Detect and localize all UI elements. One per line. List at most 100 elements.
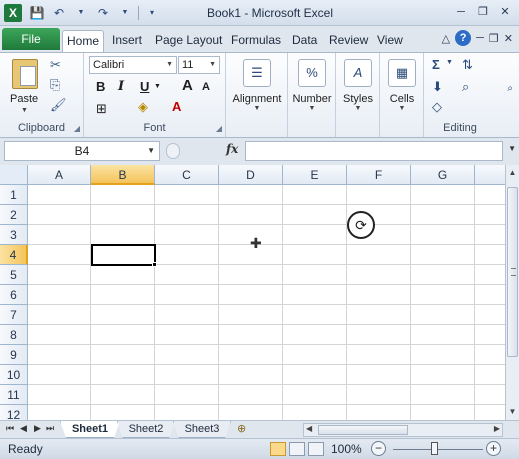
font-color-button[interactable]: A xyxy=(172,99,181,114)
insert-function-button[interactable]: fx xyxy=(226,142,238,156)
cut-icon[interactable]: ✂ xyxy=(50,57,61,73)
page-layout-view-button[interactable] xyxy=(289,442,305,456)
name-box[interactable]: B4 ▼ xyxy=(4,141,160,161)
zoom-out-button[interactable]: − xyxy=(371,441,386,456)
paste-icon[interactable] xyxy=(12,59,38,89)
close-icon[interactable]: ✕ xyxy=(497,4,513,20)
column-header-e[interactable]: E xyxy=(283,165,347,185)
zoom-slider-track[interactable] xyxy=(393,449,483,450)
row-header-11[interactable]: 11 xyxy=(0,385,28,405)
next-sheet-icon[interactable]: ▶ xyxy=(34,423,41,434)
help-icon[interactable]: ? xyxy=(455,30,472,46)
tab-home[interactable]: Home xyxy=(62,30,105,52)
save-icon[interactable]: 💾 xyxy=(28,4,46,22)
copy-icon[interactable]: ⎘ xyxy=(50,77,60,93)
last-sheet-icon[interactable]: ⏭ xyxy=(46,423,54,434)
scroll-left-icon[interactable]: ◀ xyxy=(306,424,312,433)
dropdown-icon[interactable]: ▼ xyxy=(116,4,134,22)
tab-review[interactable]: Review xyxy=(325,30,372,52)
doc-minimize-icon[interactable]: ─ xyxy=(476,32,484,44)
formula-input[interactable] xyxy=(245,141,503,161)
row-header-1[interactable]: 1 xyxy=(0,185,28,205)
column-header-partial[interactable] xyxy=(475,165,505,185)
zoom-slider-thumb[interactable] xyxy=(431,442,438,455)
tab-file[interactable]: File xyxy=(2,28,60,50)
doc-close-icon[interactable]: ✕ xyxy=(504,32,513,45)
row-header-5[interactable]: 5 xyxy=(0,265,28,285)
paste-button[interactable]: Paste xyxy=(10,93,38,105)
normal-view-button[interactable] xyxy=(270,442,286,456)
vertical-scroll-thumb[interactable] xyxy=(507,187,518,357)
column-header-c[interactable]: C xyxy=(155,165,219,185)
undo-icon[interactable]: ↶ xyxy=(50,4,68,22)
search-icon[interactable]: ⌕ xyxy=(507,83,513,94)
dialog-launcher-icon[interactable]: ◢ xyxy=(216,124,222,133)
row-header-3[interactable]: 3 xyxy=(0,225,28,245)
bold-button[interactable]: B xyxy=(96,79,105,94)
chevron-down-icon[interactable]: ▼ xyxy=(446,59,453,66)
styles-button[interactable]: A Styles ▼ xyxy=(338,59,378,112)
worksheet-grid[interactable]: GFEDCB A ✚ ⟳ 1 2 3 4 5 6 7 8 9 10 11 12 xyxy=(0,165,505,420)
tab-view[interactable]: View xyxy=(373,30,407,52)
sheet-tab-1[interactable]: Sheet1 xyxy=(60,421,120,438)
column-header-f[interactable]: F xyxy=(347,165,411,185)
vertical-scrollbar[interactable]: ▲ ▼ xyxy=(505,165,519,420)
minimize-icon[interactable]: ─ xyxy=(453,4,469,20)
borders-icon[interactable]: ⊞ xyxy=(96,101,107,117)
dialog-launcher-icon[interactable]: ◢ xyxy=(74,124,80,133)
dropdown-icon[interactable]: ▼ xyxy=(72,4,90,22)
autosum-button[interactable]: Σ xyxy=(432,57,440,72)
redo-icon[interactable]: ↷ xyxy=(94,4,112,22)
chevron-down-icon[interactable]: ▼ xyxy=(21,107,28,114)
scroll-up-icon[interactable]: ▲ xyxy=(506,165,519,181)
tab-data[interactable]: Data xyxy=(288,30,321,52)
first-sheet-icon[interactable]: ⏮ xyxy=(6,423,14,434)
chevron-down-icon[interactable]: ▼ xyxy=(154,83,161,90)
column-header-g[interactable]: G xyxy=(411,165,475,185)
shrink-font-button[interactable]: A xyxy=(202,81,210,93)
zoom-in-button[interactable]: + xyxy=(486,441,501,456)
row-header-2[interactable]: 2 xyxy=(0,205,28,225)
sort-filter-icon[interactable]: ⇅ xyxy=(462,57,473,73)
find-select-icon[interactable]: ⌕ xyxy=(462,79,469,95)
formula-bar-splitter[interactable] xyxy=(166,143,180,159)
fill-icon[interactable]: ⬇ xyxy=(432,79,443,95)
row-header-12[interactable]: 12 xyxy=(0,405,28,420)
font-size-select[interactable]: 11 ▼ xyxy=(178,56,220,74)
format-painter-icon[interactable]: 🖌 xyxy=(50,97,67,113)
tab-page-layout[interactable]: Page Layout xyxy=(151,30,226,52)
row-header-10[interactable]: 10 xyxy=(0,365,28,385)
row-header-7[interactable]: 7 xyxy=(0,305,28,325)
column-header-d[interactable]: D xyxy=(219,165,283,185)
alignment-button[interactable]: ☰ Alignment ▼ xyxy=(229,59,285,112)
row-header-4[interactable]: 4 xyxy=(0,245,28,265)
grow-font-button[interactable]: A xyxy=(182,77,193,94)
doc-restore-icon[interactable]: ❐ xyxy=(489,32,499,45)
column-header-b[interactable]: B xyxy=(91,165,155,185)
row-header-9[interactable]: 9 xyxy=(0,345,28,365)
column-header-a[interactable]: A xyxy=(28,165,91,185)
font-name-select[interactable]: Calibri ▼ xyxy=(89,56,177,74)
restore-icon[interactable]: ❐ xyxy=(475,4,491,20)
prev-sheet-icon[interactable]: ◀ xyxy=(20,423,27,434)
select-all-corner[interactable] xyxy=(0,165,28,185)
insert-sheet-icon[interactable]: ⊕ xyxy=(237,422,246,435)
zoom-level[interactable]: 100% xyxy=(331,442,362,456)
sheet-tab-2[interactable]: Sheet2 xyxy=(117,421,175,438)
row-header-8[interactable]: 8 xyxy=(0,325,28,345)
minimize-ribbon-icon[interactable]: △ xyxy=(442,32,450,45)
clear-icon[interactable]: ◇ xyxy=(432,99,442,115)
underline-button[interactable]: U xyxy=(140,79,149,94)
expand-formula-bar-icon[interactable]: ▼ xyxy=(508,144,516,153)
customize-qat-icon[interactable]: ▾ xyxy=(143,4,161,22)
tab-formulas[interactable]: Formulas xyxy=(227,30,285,52)
horizontal-scrollbar[interactable]: ◀ ▶ xyxy=(303,423,503,437)
fill-color-icon[interactable]: ◈ xyxy=(138,99,148,115)
cells-button[interactable]: ▦ Cells ▼ xyxy=(382,59,422,112)
tab-insert[interactable]: Insert xyxy=(108,30,146,52)
number-button[interactable]: % Number ▼ xyxy=(290,59,334,112)
page-break-view-button[interactable] xyxy=(308,442,324,456)
chevron-down-icon[interactable]: ▼ xyxy=(147,142,155,160)
active-cell-b4[interactable] xyxy=(91,244,156,266)
excel-app-icon[interactable]: X xyxy=(4,4,22,22)
